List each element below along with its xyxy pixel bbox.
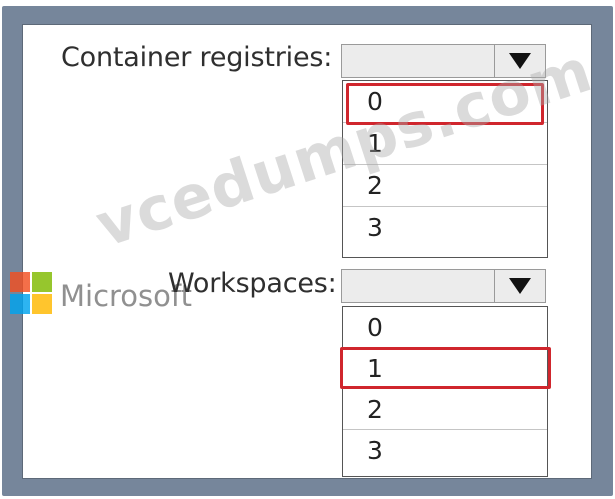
container-registries-dropdown-toggle[interactable] <box>494 45 545 77</box>
workspaces-option-0[interactable]: 0 <box>343 307 547 348</box>
option-label: 2 <box>367 395 383 424</box>
caret-down-icon <box>509 53 531 69</box>
option-label: 3 <box>367 213 383 242</box>
workspaces-option-3[interactable]: 3 <box>343 430 547 471</box>
container-registries-option-1[interactable]: 1 <box>343 123 547 165</box>
caret-down-icon <box>509 278 531 294</box>
workspaces-dropdown-toggle[interactable] <box>494 270 545 302</box>
logo-square-blue <box>10 294 30 314</box>
container-registries-option-0[interactable]: 0 <box>343 81 547 125</box>
workspaces-options-list: 0 1 2 3 <box>340 306 551 477</box>
option-label: 1 <box>367 129 383 158</box>
logo-square-green <box>32 272 52 292</box>
container-registries-option-3[interactable]: 3 <box>343 207 547 249</box>
microsoft-logo-icon <box>10 272 54 316</box>
container-registries-label: Container registries: <box>61 42 333 73</box>
logo-square-red <box>10 272 30 292</box>
option-label: 3 <box>367 436 383 465</box>
option-label: 2 <box>367 171 383 200</box>
container-registries-dropdown[interactable] <box>341 44 546 78</box>
workspaces-label: Workspaces: <box>168 268 337 299</box>
workspaces-option-1[interactable]: 1 <box>340 347 551 389</box>
logo-square-yellow <box>32 294 52 314</box>
screenshot-root: Container registries: 0 1 2 3 Microsoft … <box>0 0 615 499</box>
option-label: 0 <box>367 313 383 342</box>
option-label: 1 <box>367 354 383 383</box>
workspaces-dropdown[interactable] <box>341 269 546 303</box>
option-label: 0 <box>367 87 383 116</box>
container-registries-options-list: 0 1 2 3 <box>342 80 548 258</box>
container-registries-option-2[interactable]: 2 <box>343 165 547 207</box>
workspaces-option-2[interactable]: 2 <box>343 389 547 430</box>
